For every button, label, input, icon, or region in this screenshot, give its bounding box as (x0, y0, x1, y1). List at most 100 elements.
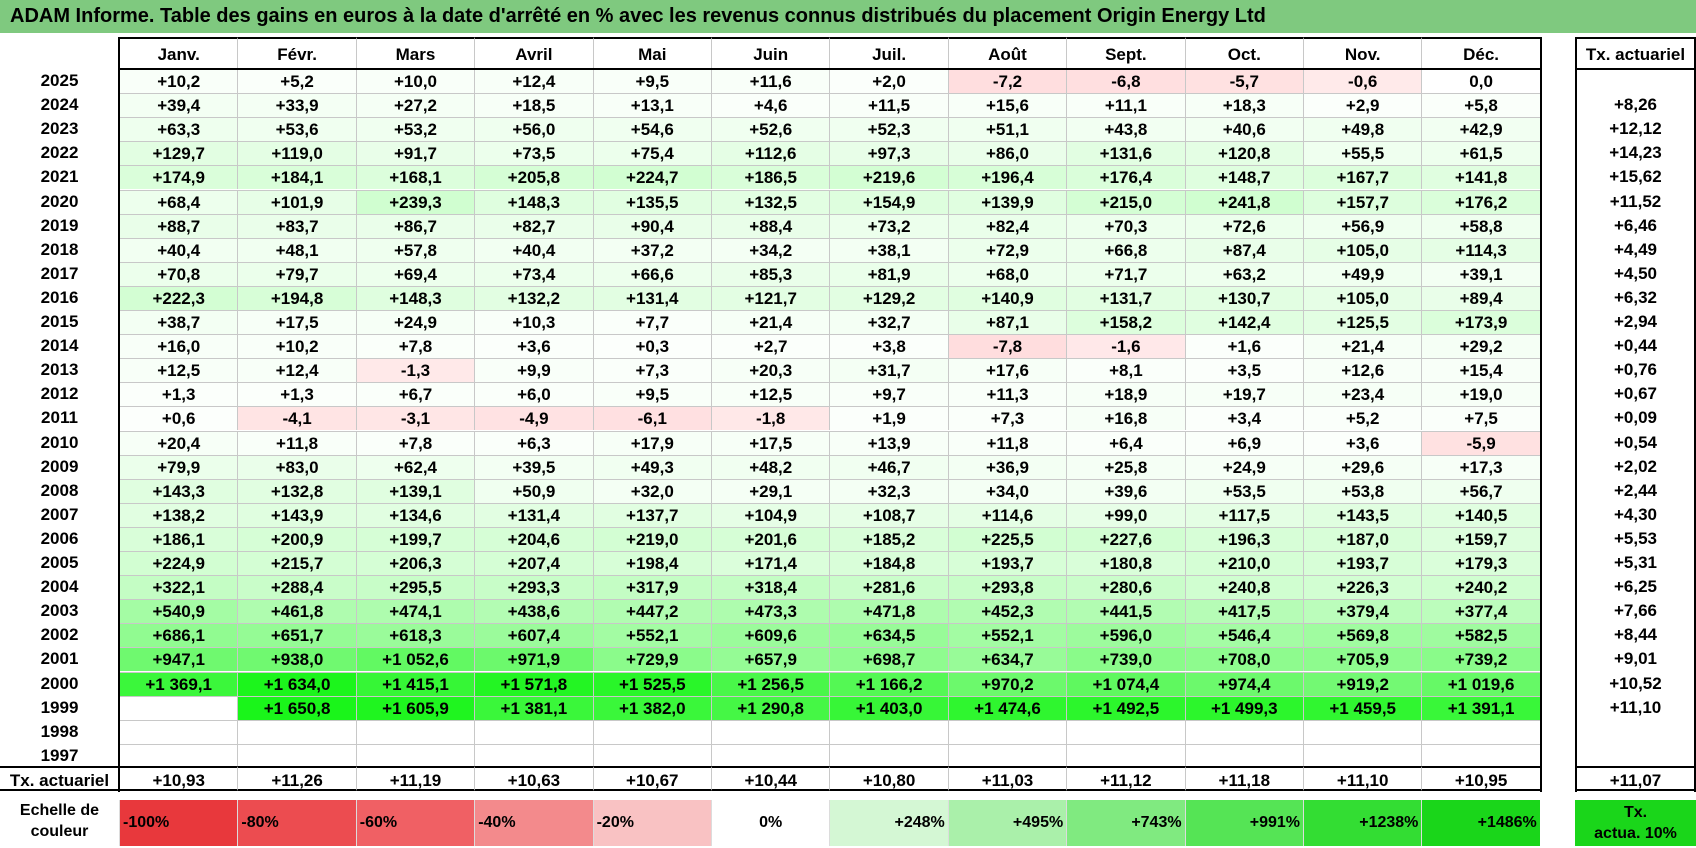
gain-cell: +56,9 (1303, 213, 1422, 238)
gain-cell: +186,1 (119, 526, 238, 551)
gain-cell: +48,2 (711, 454, 830, 479)
color-scale-step: -80% (237, 800, 356, 846)
page-title: ADAM Informe. Table des gains en euros à… (0, 0, 1696, 33)
gain-cell: -4,1 (237, 406, 356, 431)
color-scale-label-line: Echelle de (19, 802, 100, 819)
gain-cell: +48,1 (237, 237, 356, 262)
gain-cell: +1 391,1 (1421, 695, 1540, 720)
gain-cell: +224,7 (592, 165, 711, 190)
gain-cell (119, 743, 238, 768)
gain-cell: +31,7 (829, 358, 948, 383)
gain-cell: +1,9 (829, 406, 948, 431)
gain-cell: +0,6 (119, 406, 238, 431)
gain-cell: +596,0 (1066, 623, 1185, 648)
gain-cell: +23,4 (1303, 382, 1422, 407)
gain-cell: +206,3 (355, 551, 475, 576)
rate-legend-line: Tx. (1623, 804, 1648, 821)
gain-cell: +73,4 (474, 261, 593, 286)
gain-cell: +176,4 (1066, 165, 1185, 190)
gain-cell: +157,7 (1303, 189, 1422, 214)
gain-cell: +3,6 (1303, 430, 1422, 455)
gain-cell: +63,2 (1184, 261, 1303, 286)
gain-cell: +1 369,1 (119, 671, 238, 696)
gain-cell: +295,5 (355, 575, 475, 600)
gain-cell: +1 605,9 (355, 695, 475, 720)
year-label: 2014 (40, 336, 79, 356)
gain-cell: +148,3 (474, 189, 593, 214)
gain-cell: +131,4 (474, 502, 593, 527)
gain-cell: +11,3 (947, 382, 1067, 407)
gain-cell: +7,3 (592, 358, 711, 383)
gain-cell (947, 719, 1067, 744)
gain-cell: +2,7 (711, 334, 830, 359)
gain-cell: +19,7 (1184, 382, 1303, 407)
color-scale-step: -40% (474, 800, 593, 846)
gain-cell: +40,4 (119, 237, 238, 262)
gain-cell: +474,1 (355, 599, 475, 624)
gain-cell: +139,9 (947, 189, 1067, 214)
gain-cell: +196,4 (947, 165, 1067, 190)
gain-cell: +57,8 (355, 237, 475, 262)
gain-cell: +1 403,0 (829, 695, 948, 720)
gain-cell: +205,8 (474, 165, 593, 190)
gain-cell: +219,6 (829, 165, 948, 190)
gain-cell: +184,8 (829, 551, 948, 576)
gain-cell: +69,4 (355, 261, 475, 286)
gain-cell: +73,2 (829, 213, 948, 238)
gain-cell: +634,5 (829, 623, 948, 648)
gain-cell: +1 382,0 (592, 695, 711, 720)
gain-cell: +240,2 (1421, 575, 1540, 600)
gain-cell: +1 074,4 (1066, 671, 1185, 696)
rate-cell: +0,09 (1613, 408, 1657, 428)
gain-cell: +293,3 (474, 575, 593, 600)
gain-cell: +42,9 (1421, 117, 1540, 142)
gain-cell: -5,7 (1184, 69, 1303, 94)
gain-cell: +18,5 (474, 93, 593, 118)
gain-cell: +187,0 (1303, 526, 1422, 551)
gain-cell (474, 743, 593, 768)
gain-cell: +25,8 (1066, 454, 1185, 479)
gain-cell: +17,5 (237, 310, 356, 335)
rate-cell: +12,12 (1609, 119, 1662, 139)
gain-cell: +241,8 (1184, 189, 1303, 214)
gain-cell: +70,8 (119, 261, 238, 286)
gain-cell: +143,3 (119, 478, 238, 503)
rate-cell (1575, 744, 1696, 768)
gain-cell: +12,5 (119, 358, 238, 383)
gain-cell: +88,4 (711, 213, 830, 238)
gain-cell: +11,1 (1066, 93, 1185, 118)
gain-cell: +540,9 (119, 599, 238, 624)
gain-cell: +1 052,6 (355, 647, 475, 672)
year-label: 1998 (40, 721, 79, 741)
gain-cell: +148,7 (1184, 165, 1303, 190)
year-label: 2016 (40, 287, 79, 307)
gain-cell: +87,1 (947, 310, 1067, 335)
gain-cell: +185,2 (829, 526, 948, 551)
gain-cell: +129,7 (119, 141, 238, 166)
footer-rate: +11,26 (237, 766, 356, 791)
gain-cell: +938,0 (237, 647, 356, 672)
rate-cell: +8,26 (1613, 95, 1657, 115)
gain-cell: +1 415,1 (355, 671, 475, 696)
gain-cell: +20,4 (119, 430, 238, 455)
gain-cell (711, 743, 830, 768)
rate-cell: +5,31 (1613, 553, 1657, 572)
gain-cell: +618,3 (355, 623, 475, 648)
gain-cell: +52,6 (711, 117, 830, 142)
gain-cell: +10,2 (119, 69, 238, 94)
gain-cell (119, 719, 238, 744)
year-label: 2021 (40, 167, 79, 187)
gain-cell (1066, 743, 1185, 768)
rate-cell: +2,44 (1613, 480, 1657, 500)
color-scale-label-line: couleur (30, 823, 89, 840)
gain-cell: +120,8 (1184, 141, 1303, 166)
gain-cell: +158,2 (1066, 310, 1185, 335)
gain-cell (592, 743, 711, 768)
gain-cell: +8,1 (1066, 358, 1185, 383)
gain-cell: +62,4 (355, 454, 475, 479)
gain-cell: +37,2 (592, 237, 711, 262)
year-label: 2009 (40, 456, 79, 476)
gain-cell: +651,7 (237, 623, 356, 648)
gain-cell: +13,9 (829, 430, 948, 455)
footer-rate: +11,19 (355, 766, 475, 791)
